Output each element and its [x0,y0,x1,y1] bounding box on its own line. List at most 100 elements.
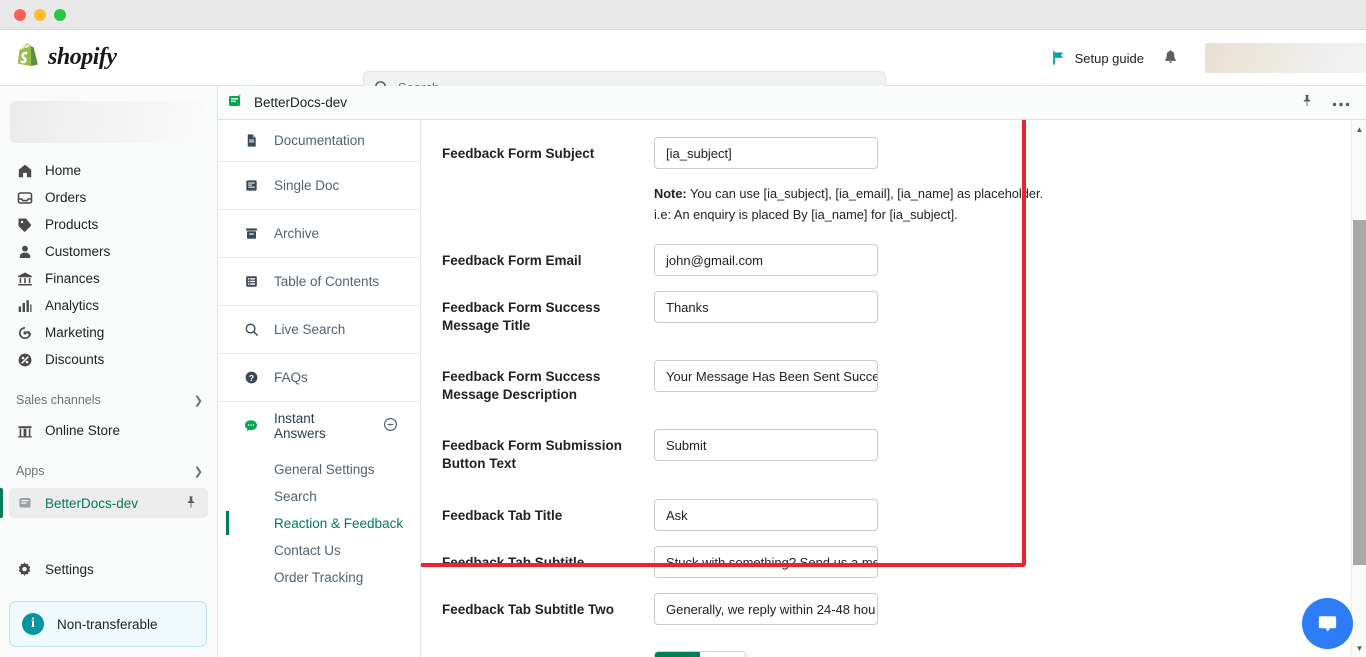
chat-widget-button[interactable] [1302,598,1353,649]
question-circle-icon: ? [242,370,260,385]
app-main: Documentation Single Doc Archive Table o… [218,120,1366,657]
chat-bubble-icon [1318,616,1337,632]
nav-single-doc[interactable]: Single Doc [218,162,420,210]
list-icon [242,274,260,289]
tag-icon [16,216,33,233]
sidebar-item-marketing[interactable]: Marketing [0,319,217,346]
sidebar-item-betterdocs-dev[interactable]: BetterDocs-dev [9,488,208,518]
shopify-wordmark: shopify [48,44,117,70]
sidebar-item-label: Discounts [45,352,105,367]
nav-label: Archive [274,226,320,241]
sidebar-item-finances[interactable]: Finances [0,265,217,292]
minus-circle-icon[interactable] [383,417,398,435]
nav-faqs[interactable]: ? FAQs [218,354,420,402]
note-line1: You can use [ia_subject], [ia_email], [i… [686,186,1044,201]
sidebar-item-settings[interactable]: Settings [0,556,217,583]
triangle-down-icon[interactable]: ▼ [1352,641,1366,655]
user-avatar[interactable] [1205,43,1366,73]
svg-text:?: ? [248,373,253,383]
sidebar-item-label: Settings [45,562,94,577]
non-transferable-notice: i Non-transferable [9,601,207,647]
field-label: Feedback Tab Title [442,508,563,523]
sidebar-item-label: Finances [45,271,100,286]
window-maximize-button[interactable] [54,8,66,21]
betterdocs-icon [16,495,33,512]
bell-icon[interactable] [1162,49,1179,68]
app-body: Home Orders Products Customers Finances [0,86,1366,657]
info-icon: i [22,613,44,635]
instant-answers-subnav: General Settings Search Reaction & Feedb… [218,450,420,601]
non-transferable-label: Non-transferable [57,616,158,632]
sidebar-item-analytics[interactable]: Analytics [0,292,217,319]
feedback-tab-subtitle-input[interactable]: Stuck with something? Send us a me [654,546,878,578]
nav-label: Live Search [274,322,346,337]
person-icon [16,243,33,260]
sidebar-item-home[interactable]: Home [0,157,217,184]
sidebar-section-apps[interactable]: Apps ❯ [0,458,217,484]
nav-archive[interactable]: Archive [218,210,420,258]
success-message-description-input[interactable]: Your Message Has Been Sent Succes [654,360,878,392]
embedded-app-frame: BetterDocs-dev Documentation Single Doc … [218,86,1366,657]
subnav-reaction-feedback[interactable]: Reaction & Feedback [218,510,420,537]
sidebar-item-label: Home [45,163,82,178]
pin-icon[interactable] [1300,93,1314,113]
nav-instant-answers[interactable]: Instant Answers [218,402,420,450]
nav-label: Single Doc [274,178,340,193]
feedback-tab-title-input[interactable]: Ask [654,499,878,531]
sidebar-item-label: Products [45,217,99,232]
shopify-topbar: shopify Search Setup guide [0,30,1366,103]
subnav-label: Reaction & Feedback [274,516,404,531]
store-switcher[interactable] [10,101,207,143]
store-icon [16,422,33,439]
subnav-label: Search [274,489,317,504]
sidebar-item-discounts[interactable]: Discounts [0,346,217,373]
shopify-logo[interactable]: shopify [0,42,210,73]
nav-live-search[interactable]: Live Search [218,306,420,354]
toggle-off-option[interactable]: Off [700,652,745,657]
chevron-right-icon: ❯ [193,465,203,478]
toggle-on-option[interactable]: On [655,652,700,657]
field-feedback-form-email: Feedback Form Email john@gmail.com [421,244,1366,276]
pin-icon[interactable] [184,495,198,512]
subnav-order-tracking[interactable]: Order Tracking [218,564,420,591]
feedback-form-subject-input[interactable]: [ia_subject] [654,137,878,169]
app-title: BetterDocs-dev [254,95,348,110]
feedback-tab-subtitle-two-input[interactable]: Generally, we reply within 24-48 hou [654,593,878,625]
subnav-general-settings[interactable]: General Settings [218,456,420,483]
sidebar-item-orders[interactable]: Orders [0,184,217,211]
nav-label: Documentation [274,133,365,148]
vertical-scrollbar[interactable]: ▲ ▼ [1351,120,1366,657]
feedback-form-email-input[interactable]: john@gmail.com [654,244,878,276]
setup-guide-label: Setup guide [1074,50,1144,66]
subnav-label: Contact Us [274,543,341,558]
field-label: Feedback Form Subject [442,146,595,161]
success-message-title-input[interactable]: Thanks [654,291,878,323]
subnav-search[interactable]: Search [218,483,420,510]
orders-icon [16,189,33,206]
display-reactions-toggle[interactable]: On Off [654,651,746,657]
betterdocs-nav: Documentation Single Doc Archive Table o… [218,120,421,657]
bar-chart-icon [16,297,33,314]
sidebar-item-online-store[interactable]: Online Store [0,417,217,444]
note-line2: i.e: An enquiry is placed By [ia_name] f… [654,207,958,222]
window-minimize-button[interactable] [34,8,46,21]
nav-table-of-contents[interactable]: Table of Contents [218,258,420,306]
discount-icon [16,351,33,368]
window-close-button[interactable] [14,8,26,21]
nav-documentation[interactable]: Documentation [218,120,420,162]
sidebar-item-products[interactable]: Products [0,211,217,238]
scrollbar-thumb[interactable] [1353,220,1366,565]
field-success-message-description: Feedback Form Success Message Descriptio… [421,360,1366,404]
field-label: Display Reactions [442,651,654,657]
triangle-up-icon[interactable]: ▲ [1352,122,1366,136]
active-indicator-bar [226,511,229,535]
sidebar-item-customers[interactable]: Customers [0,238,217,265]
field-feedback-tab-subtitle: Feedback Tab Subtitle Stuck with somethi… [421,546,1366,578]
more-horizontal-icon[interactable] [1332,94,1350,112]
app-header-actions [1300,93,1350,113]
sidebar-section-label: Apps [16,464,45,478]
submission-button-text-input[interactable]: Submit [654,429,878,461]
subnav-contact-us[interactable]: Contact Us [218,537,420,564]
setup-guide-button[interactable]: Setup guide [1051,50,1144,66]
sidebar-section-sales-channels[interactable]: Sales channels ❯ [0,387,217,413]
